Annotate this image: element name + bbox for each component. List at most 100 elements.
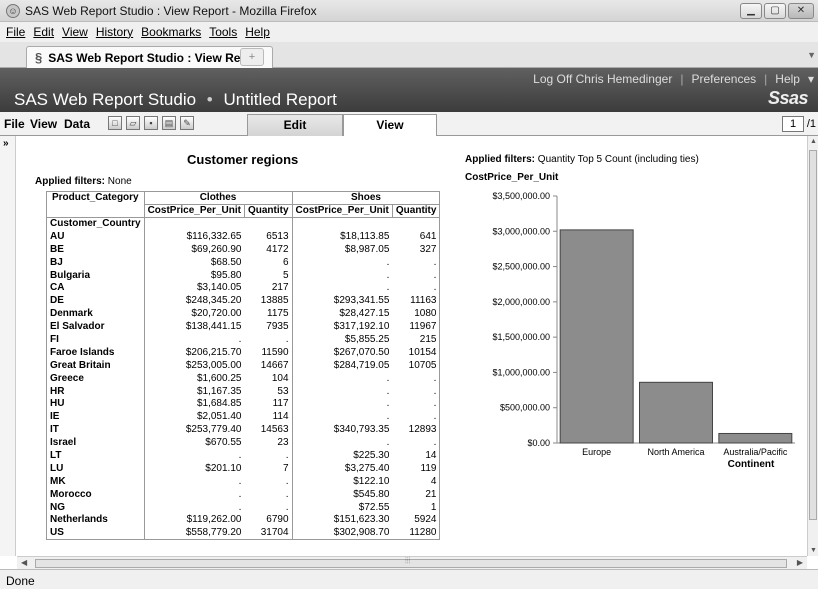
table-row: DE $248,345.20 13885 $293,341.55 11163	[46, 294, 441, 308]
clothes-cost-cell: $69,260.90	[191, 243, 242, 255]
vertical-scrollbar[interactable]: ▲ ▼	[807, 136, 818, 556]
browser-tab[interactable]: § SAS Web Report Studio : View Report	[26, 46, 273, 68]
clothes-cost-cell: .	[238, 488, 242, 500]
table-row: CA $3,140.05 217..	[46, 281, 441, 295]
table-row: LT.. $225.30 14	[46, 449, 441, 463]
shoes-quantity-cell: 5924	[392, 513, 441, 527]
clothes-quantity-cell: .	[244, 449, 293, 463]
table-row: Bulgaria $95.80 5..	[46, 269, 441, 282]
row-label: LU	[46, 462, 145, 476]
measure-header: Quantity	[243, 204, 293, 218]
browser-tab-label: SAS Web Report Studio : View Report	[48, 50, 264, 65]
scroll-up-icon[interactable]: ▲	[810, 138, 817, 145]
side-panel-collapsed: »	[0, 136, 16, 556]
menu-view[interactable]: View	[62, 25, 88, 39]
help-dropdown-icon[interactable]: ▾	[808, 72, 814, 86]
tab-list-icon[interactable]: ▼	[807, 50, 816, 60]
vertical-scroll-thumb[interactable]	[809, 150, 817, 520]
horizontal-scrollbar[interactable]: ◀ ⦙⦙⦙ ▶	[17, 556, 807, 569]
new-tab-button[interactable]: +	[240, 48, 264, 66]
app-menu-file[interactable]: File	[4, 117, 25, 131]
row-label: Great Britain	[46, 359, 145, 373]
title-separator: •	[206, 90, 213, 109]
app-menu-data[interactable]: Data	[64, 117, 90, 131]
x-tick-label: Australia/Pacific	[723, 447, 788, 457]
table-row: BJ $68.50 6..	[46, 256, 441, 270]
shoes-quantity-cell: .	[392, 269, 441, 282]
tab-edit[interactable]: Edit	[247, 114, 343, 136]
page-total: /1	[806, 118, 816, 130]
menu-tools[interactable]: Tools	[209, 25, 237, 39]
report-name: Untitled Report	[223, 90, 337, 109]
scroll-down-icon[interactable]: ▼	[810, 547, 817, 554]
horizontal-scroll-thumb[interactable]	[35, 559, 787, 568]
browser-menubar: File Edit View History Bookmarks Tools H…	[0, 22, 818, 42]
row-header-label: Customer_Country	[46, 217, 145, 231]
row-label: DE	[46, 294, 145, 308]
shoes-quantity-cell: .	[392, 372, 441, 386]
clothes-quantity-cell: 53	[244, 385, 293, 398]
table-row: Morocco.. $545.80 21	[46, 488, 441, 502]
tab-view[interactable]: View	[343, 114, 437, 137]
shoes-cost-cell: $122.10	[353, 475, 390, 487]
menu-history[interactable]: History	[96, 25, 133, 39]
menu-file[interactable]: File	[6, 25, 25, 39]
clothes-cost-cell: $3,140.05	[196, 282, 242, 294]
shoes-quantity-cell: .	[392, 281, 441, 295]
edit-properties-icon[interactable]: ✎	[180, 116, 194, 130]
clothes-cost-cell: $119,262.00	[186, 514, 242, 526]
minimize-button[interactable]: ▁	[740, 3, 762, 19]
scroll-grip-icon: ⦙⦙⦙	[405, 556, 411, 565]
shoes-cost-cell: .	[386, 385, 390, 397]
page-number-input[interactable]: 1	[782, 116, 804, 132]
shoes-quantity-cell: 10705	[392, 359, 441, 373]
open-folder-icon[interactable]: ▱	[126, 116, 140, 130]
menu-help[interactable]: Help	[245, 25, 270, 39]
clothes-quantity-cell: .	[244, 333, 293, 347]
maximize-button[interactable]: ▢	[764, 3, 786, 19]
report-content: Customer regions Applied filters: None P…	[17, 136, 807, 556]
group-header-clothes: Clothes	[143, 191, 293, 205]
print-icon[interactable]: ▤	[162, 116, 176, 130]
shoes-cost-cell: $151,623.30	[333, 514, 390, 526]
x-axis-label: Continent	[728, 459, 775, 470]
shoes-quantity-cell: 14	[392, 449, 441, 463]
app-title: SAS Web Report Studio • Untitled Report	[14, 90, 337, 110]
clothes-quantity-cell: 13885	[244, 294, 293, 308]
clothes-quantity-cell: 14667	[244, 359, 293, 373]
table-row: AU $116,332.65 6513 $18,113.85 641	[46, 230, 441, 244]
clothes-cost-cell: $116,332.65	[186, 230, 242, 242]
row-label: Denmark	[46, 307, 145, 321]
app-menu-view[interactable]: View	[30, 117, 57, 131]
shoes-cost-cell: $18,113.85	[340, 230, 390, 242]
table-filters-label: Applied filters:	[35, 176, 106, 187]
scroll-left-icon[interactable]: ◀	[21, 558, 27, 567]
save-icon[interactable]: ▪	[144, 116, 158, 130]
bar	[718, 432, 793, 444]
clothes-cost-cell: $248,345.20	[185, 295, 242, 307]
table-row: BE $69,260.90 4172 $8,987.05 327	[46, 243, 441, 257]
shoes-quantity-cell: 215	[392, 333, 441, 347]
expand-side-panel-icon[interactable]: »	[3, 138, 9, 149]
scroll-right-icon[interactable]: ▶	[797, 558, 803, 567]
bar	[559, 229, 634, 444]
clothes-quantity-cell: 6513	[244, 230, 293, 244]
help-link[interactable]: Help	[775, 72, 800, 86]
log-off-link[interactable]: Log Off Chris Hemedinger	[533, 72, 672, 86]
menu-edit[interactable]: Edit	[33, 25, 54, 39]
row-label: Morocco	[46, 488, 145, 502]
new-report-icon[interactable]: □	[108, 116, 122, 130]
chart-y-axis-label: CostPrice_Per_Unit	[465, 172, 559, 183]
shoes-quantity-cell: 11280	[392, 526, 441, 541]
close-button[interactable]: ✕	[788, 3, 814, 19]
row-label: FI	[46, 333, 145, 347]
sas-logo: Ssas	[767, 88, 809, 108]
table-title: Customer regions	[187, 152, 299, 167]
preferences-link[interactable]: Preferences	[691, 72, 756, 86]
row-label: IE	[46, 410, 145, 424]
clothes-cost-cell: $1,167.35	[196, 385, 242, 397]
clothes-cost-cell: $201.10	[205, 462, 242, 474]
y-tick-label: $2,000,000.00	[492, 297, 550, 307]
shoes-quantity-cell: 21	[392, 488, 441, 502]
menu-bookmarks[interactable]: Bookmarks	[141, 25, 201, 39]
